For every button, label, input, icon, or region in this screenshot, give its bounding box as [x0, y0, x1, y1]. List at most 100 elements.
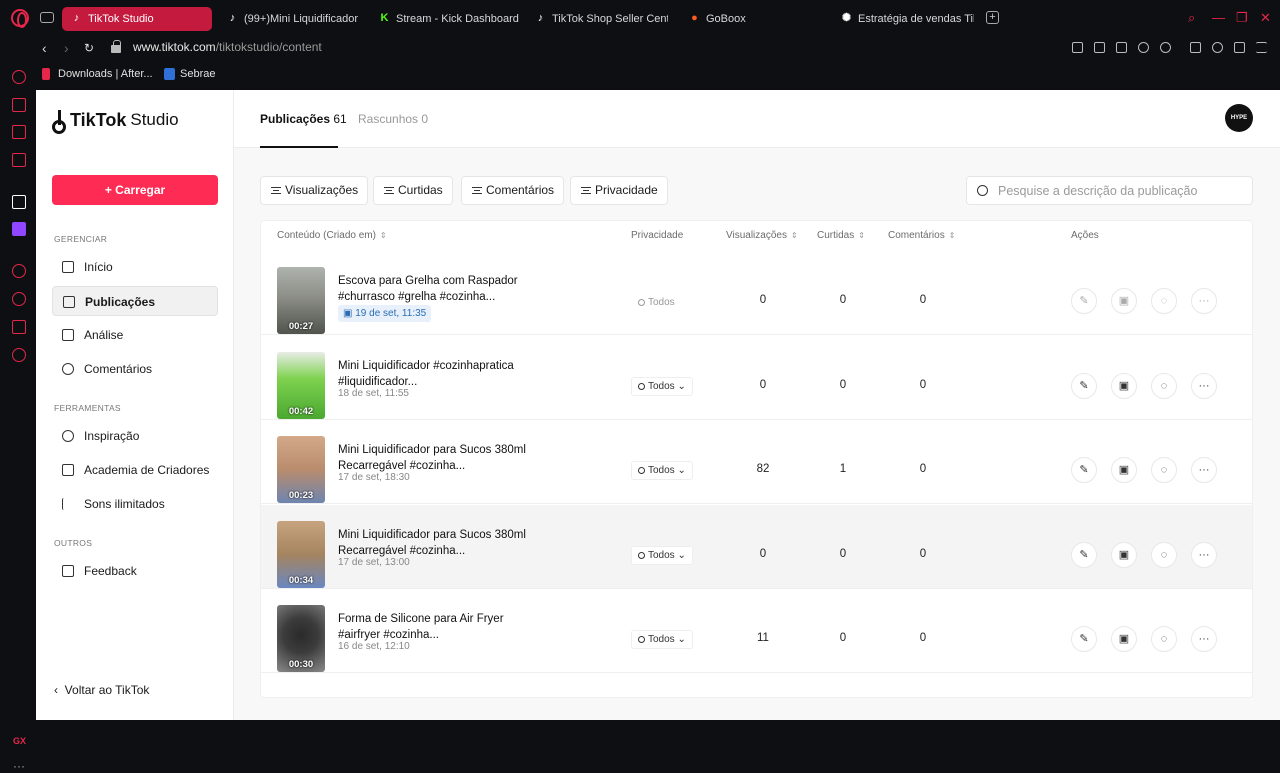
stats-button[interactable]: ▣	[1111, 457, 1137, 483]
search-input[interactable]	[998, 181, 1243, 201]
privacy-select[interactable]: Todos ⌄	[631, 546, 693, 565]
tab-publicacoes[interactable]: Publicações 61	[260, 112, 347, 126]
edit-button[interactable]: ✎	[1071, 626, 1097, 652]
gx-corner-icon[interactable]	[12, 98, 26, 112]
pin-icon[interactable]	[1072, 42, 1083, 53]
menu-icon[interactable]	[1256, 42, 1267, 53]
more-actions-button[interactable]: ···	[1191, 373, 1217, 399]
column-header-likes[interactable]: Curtidas ⇕	[817, 230, 865, 241]
bookmark-downloads[interactable]: Downloads | After...	[42, 68, 153, 81]
comments-button[interactable]: ◌	[1151, 626, 1177, 652]
video-thumbnail[interactable]: 00:34	[277, 521, 325, 588]
avatar[interactable]: HYPE	[1225, 104, 1253, 132]
heart-icon[interactable]	[1160, 42, 1171, 53]
twitch-icon[interactable]	[12, 222, 26, 236]
download-icon[interactable]	[1234, 42, 1245, 53]
browser-tab-4[interactable]: ● GoBoox	[680, 7, 820, 31]
more-actions-button[interactable]: ···	[1191, 542, 1217, 568]
search-tabs-icon[interactable]: ⌕	[1188, 11, 1195, 25]
messenger-icon[interactable]	[12, 153, 26, 167]
tab-manager-icon[interactable]	[40, 12, 54, 23]
bookmark-sebrae[interactable]: Sebrae	[164, 68, 215, 81]
table-row[interactable]: 00:30 Forma de Silicone para Air Fryer #a…	[261, 589, 1252, 673]
column-header-content[interactable]: Conteúdo (Criado em) ⇕	[277, 230, 387, 241]
video-thumbnail[interactable]	[277, 697, 325, 698]
video-thumbnail[interactable]: 00:27	[277, 267, 325, 334]
profile-icon[interactable]	[1212, 42, 1223, 53]
upload-button[interactable]: + Carregar	[52, 175, 218, 205]
tab-rascunhos[interactable]: Rascunhos 0	[358, 112, 428, 126]
back-to-tiktok-link[interactable]: ‹ Voltar ao TikTok	[54, 683, 149, 697]
player-icon[interactable]	[12, 264, 26, 278]
privacy-select[interactable]: Todos ⌄	[631, 461, 693, 480]
comments-button[interactable]: ◌	[1151, 288, 1177, 314]
table-row[interactable]: 00:27 Escova para Grelha com Raspador #ch…	[261, 251, 1252, 335]
more-icon[interactable]: ···	[13, 759, 25, 773]
video-thumbnail[interactable]: 00:23	[277, 436, 325, 503]
more-actions-button[interactable]: ···	[1191, 457, 1217, 483]
post-title[interactable]: Mini Liquidificador para Sucos 380ml Rec…	[338, 527, 548, 559]
settings-icon[interactable]	[12, 348, 26, 362]
table-row[interactable]: 00:42 Mini Liquidificador #cozinhapratica…	[261, 336, 1252, 420]
browser-tab-0[interactable]: ♪ TikTok Studio	[62, 7, 212, 31]
browser-tab-5[interactable]: ✺ Estratégia de vendas TikT	[832, 7, 974, 31]
nav-item-publicacoes[interactable]: Publicações	[52, 286, 218, 316]
table-row[interactable]: 00:23 Mini Liquidificador para Sucos 380m…	[261, 420, 1252, 504]
gx-icon[interactable]: GX	[13, 736, 26, 746]
opera-gx-logo-icon[interactable]	[11, 9, 29, 28]
forward-icon[interactable]: ›	[64, 39, 69, 57]
browser-tab-1[interactable]: ♪ (99+)Mini Liquidificador #	[218, 7, 360, 31]
edit-button[interactable]: ✎	[1071, 457, 1097, 483]
nav-item-academia[interactable]: Academia de Criadores	[52, 455, 218, 485]
close-window-icon[interactable]: ✕	[1260, 11, 1271, 25]
browser-tab-2[interactable]: K Stream - Kick Dashboard	[370, 7, 520, 31]
stats-button[interactable]: ▣	[1111, 542, 1137, 568]
post-title[interactable]: Mini Liquidificador para Sucos 380ml Rec…	[338, 442, 548, 474]
post-title[interactable]: Forma de Silicone para Air Fryer #airfry…	[338, 611, 548, 643]
stats-button[interactable]: ▣	[1111, 626, 1137, 652]
nav-item-analise[interactable]: Análise	[52, 320, 218, 350]
privacy-select[interactable]: Todos ⌄	[631, 377, 693, 396]
privacy-select[interactable]: Todos ⌄	[631, 630, 693, 649]
minimize-icon[interactable]: —	[1212, 11, 1225, 25]
post-title[interactable]: Escova para Grelha com Raspador #churras…	[338, 273, 548, 305]
table-row[interactable]: 00:34 Mini Liquidificador para Sucos 380m…	[261, 505, 1252, 589]
comments-button[interactable]: ◌	[1151, 373, 1177, 399]
nav-item-inicio[interactable]: Início	[52, 252, 218, 282]
edit-button[interactable]: ✎	[1071, 542, 1097, 568]
nav-item-sons[interactable]: Sons ilimitados	[52, 489, 218, 519]
more-actions-button[interactable]: ···	[1191, 288, 1217, 314]
table-row[interactable]	[261, 681, 1252, 698]
comments-button[interactable]: ◌	[1151, 457, 1177, 483]
shield-icon[interactable]	[1116, 42, 1127, 53]
column-header-comments[interactable]: Comentários ⇕	[888, 230, 955, 241]
filter-curtidas[interactable]: Curtidas	[373, 176, 453, 205]
tiktok-studio-logo[interactable]: TikTok Studio	[52, 109, 179, 134]
new-tab-button[interactable]: +	[986, 11, 999, 24]
edit-button[interactable]: ✎	[1071, 288, 1097, 314]
extensions-sidebar-icon[interactable]	[12, 320, 26, 334]
nav-item-comentarios[interactable]: Comentários	[52, 354, 218, 384]
edit-button[interactable]: ✎	[1071, 373, 1097, 399]
more-actions-button[interactable]: ···	[1191, 626, 1217, 652]
gx-cleaner-icon[interactable]	[12, 125, 26, 139]
column-header-views[interactable]: Visualizações ⇕	[726, 230, 798, 241]
play-icon[interactable]	[1138, 42, 1149, 53]
filter-visualizacoes[interactable]: Visualizações	[260, 176, 369, 205]
nav-item-inspiracao[interactable]: Inspiração	[52, 421, 218, 451]
url-field[interactable]: www.tiktok.com/tiktokstudio/content	[133, 40, 322, 54]
nav-item-feedback[interactable]: Feedback	[52, 556, 218, 586]
screenshot-icon[interactable]	[1094, 42, 1105, 53]
video-thumbnail[interactable]: 00:42	[277, 352, 325, 419]
stats-button[interactable]: ▣	[1111, 288, 1137, 314]
extensions-icon[interactable]	[1190, 42, 1201, 53]
gx-control-icon[interactable]	[12, 70, 26, 84]
filter-comentarios[interactable]: Comentários	[461, 176, 565, 205]
stats-button[interactable]: ▣	[1111, 373, 1137, 399]
maximize-icon[interactable]: ❐	[1236, 11, 1248, 25]
browser-tab-3[interactable]: ♪ TikTok Shop Seller Cente	[526, 7, 668, 31]
history-icon[interactable]	[12, 292, 26, 306]
tiktok-sidebar-icon[interactable]	[12, 195, 26, 209]
back-icon[interactable]: ‹	[42, 39, 47, 57]
post-title[interactable]: Mini Liquidificador #cozinhapratica #liq…	[338, 358, 548, 390]
